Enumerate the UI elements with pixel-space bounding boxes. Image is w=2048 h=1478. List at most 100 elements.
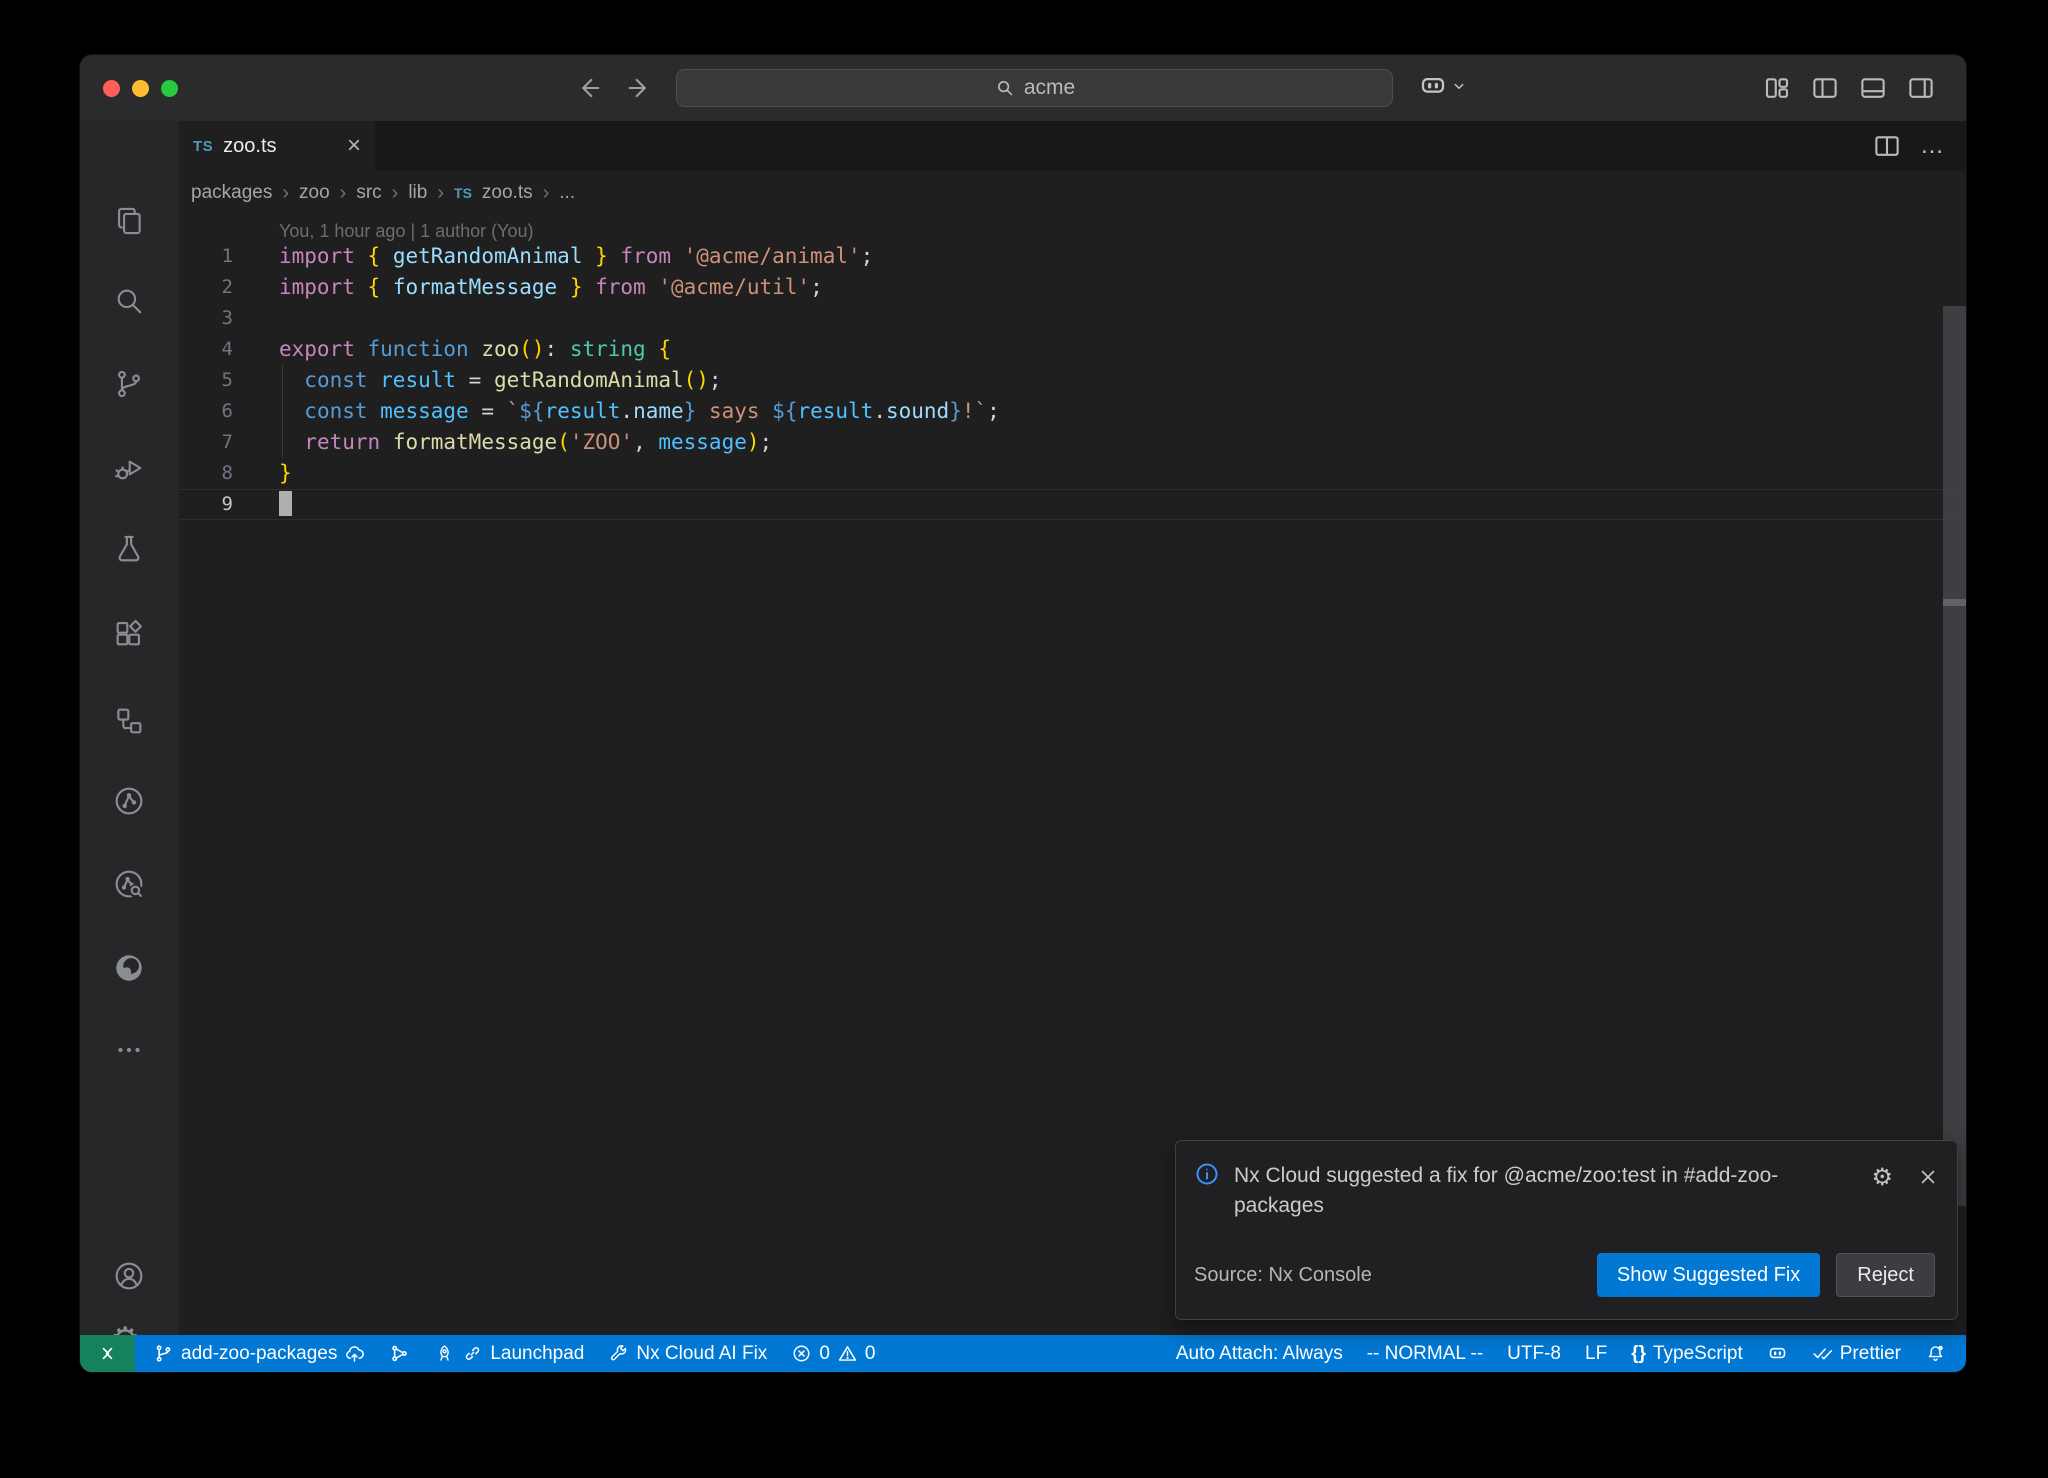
copilot-icon xyxy=(1418,71,1448,101)
eol-item[interactable]: LF xyxy=(1575,1335,1617,1372)
remote-icon xyxy=(97,1343,118,1364)
line-number: 1 xyxy=(179,241,233,272)
code-text: import { getRandomAnimal } from '@acme/a… xyxy=(233,241,873,272)
breadcrumb-separator-icon: › xyxy=(340,182,347,205)
vim-mode-item[interactable]: -- NORMAL -- xyxy=(1357,1335,1493,1372)
nx-project-graph-search-icon[interactable] xyxy=(112,867,146,901)
git-branch-icon xyxy=(153,1343,174,1364)
more-icon[interactable] xyxy=(112,1033,146,1067)
copilot-status-item[interactable] xyxy=(1757,1335,1798,1372)
testing-icon[interactable] xyxy=(112,532,146,566)
launchpad-label: Launchpad xyxy=(490,1343,584,1365)
wrench-icon xyxy=(608,1343,629,1364)
code-line[interactable]: 2import { formatMessage } from '@acme/ut… xyxy=(179,272,1966,303)
extensions-icon[interactable] xyxy=(112,617,146,651)
account-icon[interactable] xyxy=(112,1259,146,1293)
reject-button[interactable]: Reject xyxy=(1836,1253,1935,1297)
toggle-secondary-sidebar-icon[interactable] xyxy=(1906,73,1936,103)
formatter-item[interactable]: Prettier xyxy=(1802,1335,1911,1372)
error-count: 0 xyxy=(819,1343,830,1365)
breadcrumb-item[interactable]: zoo xyxy=(299,182,330,204)
more-actions-icon[interactable]: … xyxy=(1920,132,1946,160)
copilot-icon xyxy=(1767,1343,1788,1364)
nx-console-icon[interactable] xyxy=(112,704,146,738)
explorer-icon[interactable] xyxy=(112,204,146,238)
edge-browser-icon[interactable] xyxy=(112,951,146,985)
breadcrumb-item[interactable]: zoo.ts xyxy=(482,182,533,204)
notification-source: Source: Nx Console xyxy=(1194,1264,1372,1287)
code-line[interactable]: 6 const message = `${result.name} says $… xyxy=(179,396,1966,427)
notifications-bell-item[interactable] xyxy=(1915,1335,1956,1372)
copilot-menu[interactable] xyxy=(1418,71,1468,101)
code-text xyxy=(233,303,279,334)
split-editor-icon[interactable] xyxy=(1872,131,1902,161)
encoding-item[interactable]: UTF-8 xyxy=(1497,1335,1571,1372)
code-line[interactable]: 9 xyxy=(179,489,1966,520)
editor-cursor xyxy=(279,491,292,516)
close-tab-icon[interactable]: × xyxy=(347,134,361,158)
customize-layout-icon[interactable] xyxy=(1762,73,1792,103)
titlebar: acme xyxy=(80,55,1966,121)
command-center-search[interactable]: acme xyxy=(676,69,1393,107)
run-debug-icon[interactable] xyxy=(112,451,146,485)
breadcrumb-item[interactable]: packages xyxy=(191,182,272,204)
zoom-window-button[interactable] xyxy=(161,80,178,97)
language-mode-item[interactable]: {} TypeScript xyxy=(1621,1335,1753,1372)
graph-icon xyxy=(389,1343,410,1364)
nx-cloud-icon[interactable] xyxy=(112,784,146,818)
breadcrumb-item[interactable]: ... xyxy=(559,182,575,204)
tab-label: zoo.ts xyxy=(223,135,276,158)
notification-toast: Nx Cloud suggested a fix for @acme/zoo:t… xyxy=(1175,1140,1958,1320)
breadcrumb: packages›zoo›src›lib›TSzoo.ts›... xyxy=(179,171,1966,215)
breadcrumb-item[interactable]: lib xyxy=(408,182,427,204)
minimize-window-button[interactable] xyxy=(132,80,149,97)
back-arrow-icon[interactable] xyxy=(572,71,606,105)
typescript-file-icon: TS xyxy=(193,138,213,155)
scrollbar-cursor-marker xyxy=(1943,599,1966,606)
link-icon xyxy=(462,1343,483,1364)
nx-cloud-ai-fix-item[interactable]: Nx Cloud AI Fix xyxy=(598,1335,777,1372)
line-number: 9 xyxy=(179,490,233,519)
remote-indicator[interactable] xyxy=(80,1335,135,1372)
launchpad-item[interactable]: Launchpad xyxy=(424,1335,594,1372)
breadcrumb-item[interactable]: src xyxy=(356,182,381,204)
warning-triangle-icon xyxy=(837,1343,858,1364)
double-check-icon xyxy=(1812,1343,1833,1364)
search-icon xyxy=(994,77,1016,99)
forward-arrow-icon[interactable] xyxy=(622,71,656,105)
code-text: const result = getRandomAnimal(); xyxy=(233,365,722,396)
code-text: } xyxy=(233,458,292,489)
code-line[interactable]: 7 return formatMessage('ZOO', message); xyxy=(179,427,1966,458)
problems-item[interactable]: 0 0 xyxy=(781,1335,885,1372)
code-line[interactable]: 5 const result = getRandomAnimal(); xyxy=(179,365,1966,396)
git-branch-item[interactable]: add-zoo-packages xyxy=(143,1335,375,1372)
auto-attach-label: Auto Attach: Always xyxy=(1176,1343,1343,1365)
search-icon[interactable] xyxy=(112,284,146,318)
code-line[interactable]: 1import { getRandomAnimal } from '@acme/… xyxy=(179,241,1966,272)
vim-mode-label: -- NORMAL -- xyxy=(1367,1343,1483,1365)
show-suggested-fix-button[interactable]: Show Suggested Fix xyxy=(1597,1253,1820,1297)
source-control-graph-item[interactable] xyxy=(379,1335,420,1372)
toggle-primary-sidebar-icon[interactable] xyxy=(1810,73,1840,103)
code-line[interactable]: 8} xyxy=(179,458,1966,489)
vscode-window: acme xyxy=(80,55,1966,1372)
tab-zoo-ts[interactable]: TS zoo.ts × xyxy=(179,121,375,171)
toggle-panel-icon[interactable] xyxy=(1858,73,1888,103)
source-control-icon[interactable] xyxy=(112,367,146,401)
code-line[interactable]: 4export function zoo(): string { xyxy=(179,334,1966,365)
auto-attach-item[interactable]: Auto Attach: Always xyxy=(1166,1335,1353,1372)
braces-icon: {} xyxy=(1631,1343,1646,1365)
editor-scrollbar[interactable] xyxy=(1943,306,1966,1206)
editor-actions: … xyxy=(1872,131,1946,161)
notification-message: Nx Cloud suggested a fix for @acme/zoo:t… xyxy=(1234,1161,1847,1221)
code-text: import { formatMessage } from '@acme/uti… xyxy=(233,272,823,303)
close-window-button[interactable] xyxy=(103,80,120,97)
code-line[interactable]: 3 xyxy=(179,303,1966,334)
line-number: 4 xyxy=(179,334,233,365)
chevron-down-icon xyxy=(1450,77,1468,95)
notification-settings-gear-icon[interactable]: ⚙ xyxy=(1871,1163,1893,1191)
notification-close-icon[interactable] xyxy=(1917,1166,1939,1188)
line-number: 8 xyxy=(179,458,233,489)
branch-name: add-zoo-packages xyxy=(181,1343,337,1365)
breadcrumb-separator-icon: › xyxy=(437,182,444,205)
